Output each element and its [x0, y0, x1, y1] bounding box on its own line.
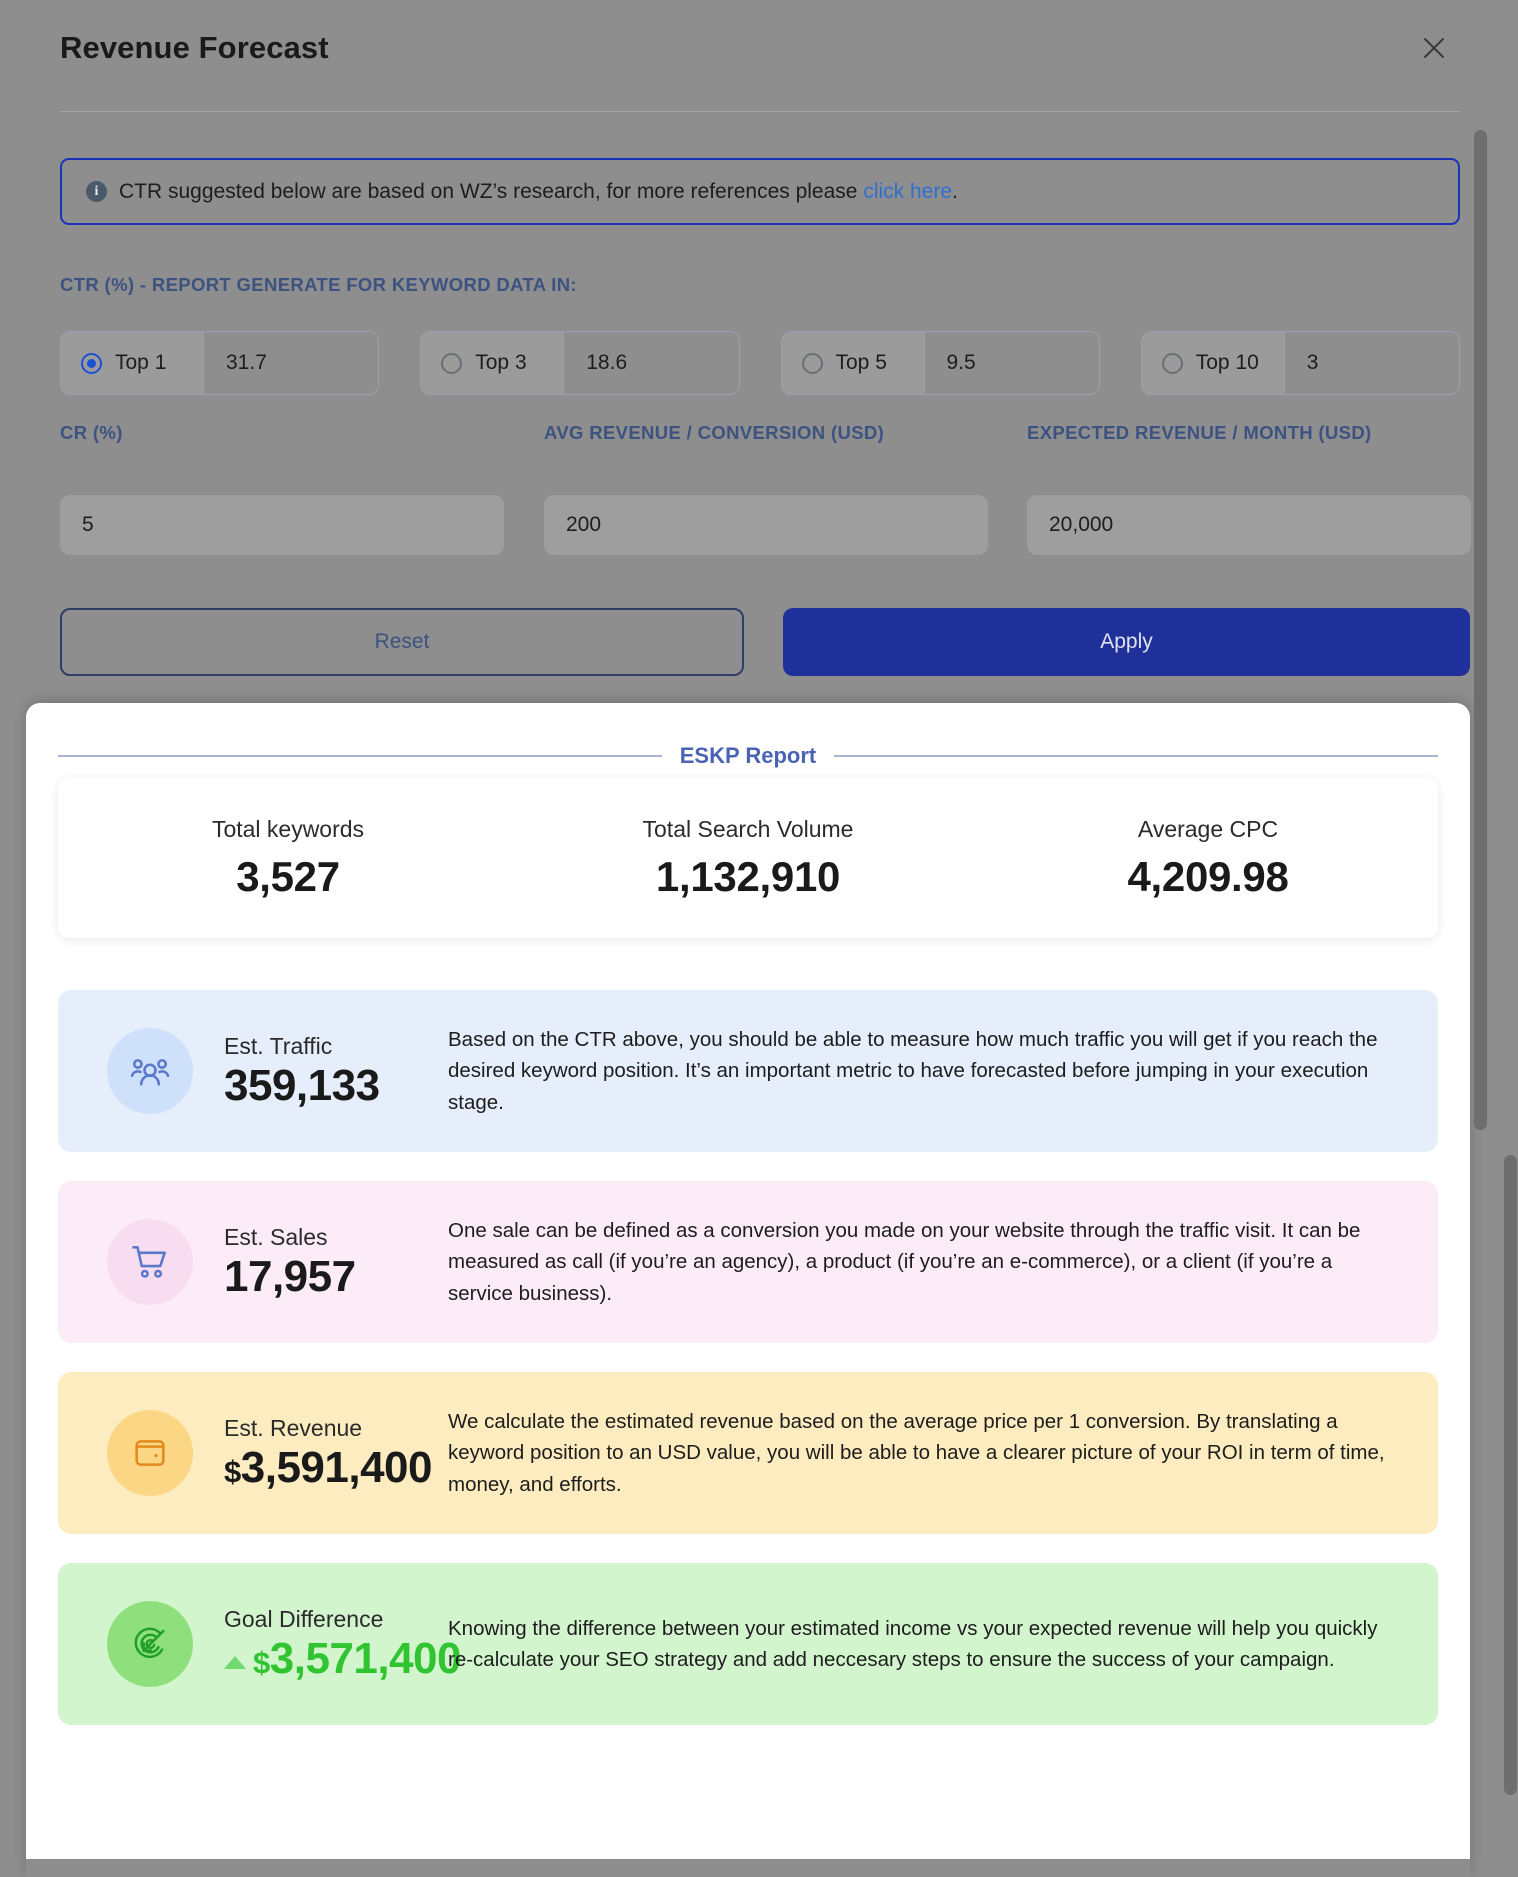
report-heading-rule-right [834, 755, 1439, 757]
cr-input[interactable] [60, 495, 504, 555]
panel-bottom-strip [26, 1859, 1470, 1877]
metric-value: 17,957 [224, 1251, 356, 1301]
metric-card-est-sales: Est. Sales 17,957 One sale can be define… [58, 1181, 1438, 1343]
ctr-option-top-3[interactable]: Top 3 18.6 [420, 331, 740, 395]
metric-textblock: Est. Traffic 359,133 [224, 1033, 448, 1109]
metric-value-number: 3,591,400 [240, 1442, 433, 1492]
click-here-link[interactable]: click here [863, 180, 952, 203]
ctr-option-top-5[interactable]: Top 5 9.5 [780, 331, 1100, 395]
users-group-icon [107, 1028, 193, 1114]
page-scrollbar-thumb[interactable] [1504, 1155, 1517, 1795]
goal-value-text: $3,571,400 [253, 1633, 462, 1683]
cr-field-label: CR (%) [60, 422, 123, 443]
ctr-radio-top-10[interactable]: Top 10 [1141, 332, 1285, 394]
ctr-option-label: Top 1 [115, 351, 167, 374]
reset-button[interactable]: Reset [60, 608, 744, 676]
ctr-value-input-top-5[interactable]: 9.5 [925, 332, 1099, 394]
ctr-radio-top-1[interactable]: Top 1 [61, 332, 204, 394]
info-banner: i CTR suggested below are based on WZ’s … [60, 158, 1460, 225]
dialog-header: Revenue Forecast [0, 0, 1518, 112]
metric-value-number: 3,571,400 [269, 1633, 462, 1683]
ctr-value-input-top-3[interactable]: 18.6 [564, 332, 738, 394]
metric-description: Based on the CTR above, you should be ab… [448, 1028, 1378, 1114]
report-heading: ESKP Report [58, 743, 1439, 769]
metric-card-goal-difference: Goal Difference $3,571,400 Knowing the d… [58, 1563, 1438, 1725]
dialog-scrollbar-thumb[interactable] [1474, 130, 1487, 1130]
info-banner-text: CTR suggested below are based on WZ’s re… [119, 180, 958, 204]
ctr-options-group: Top 1 31.7 Top 3 18.6 Top 5 9.5 Top 10 3 [60, 331, 1460, 395]
ctr-option-top-10[interactable]: Top 10 3 [1140, 331, 1460, 395]
radio-icon [1161, 352, 1183, 374]
avg-revenue-input[interactable] [544, 495, 988, 555]
metric-description: Knowing the difference between your esti… [448, 1616, 1378, 1671]
shopping-cart-icon [107, 1219, 193, 1305]
target-click-icon [107, 1601, 193, 1687]
close-icon [1421, 35, 1447, 61]
page-title: Revenue Forecast [60, 30, 329, 65]
summary-stat-label: Total keywords [211, 815, 365, 842]
expected-revenue-input[interactable] [1027, 495, 1471, 555]
header-divider [60, 111, 1460, 112]
summary-stat-value: 4,209.98 [1127, 852, 1289, 900]
radio-icon [801, 352, 823, 374]
metric-value: 359,133 [224, 1060, 380, 1110]
trend-up-arrow-icon [224, 1655, 246, 1669]
metric-description: One sale can be defined as a conversion … [448, 1219, 1361, 1305]
metric-title: Est. Sales [224, 1223, 328, 1250]
metric-textblock: Est. Sales 17,957 [224, 1224, 448, 1300]
report-heading-text: ESKP Report [679, 743, 817, 768]
metric-value: $3,571,400 [224, 1635, 462, 1682]
metric-title: Est. Traffic [224, 1032, 333, 1059]
summary-stat-label: Total Search Volume [642, 815, 854, 842]
info-icon: i [86, 181, 107, 202]
wallet-icon [107, 1410, 193, 1496]
ctr-option-label: Top 3 [475, 351, 527, 374]
info-banner-text-before: CTR suggested below are based on WZ’s re… [119, 179, 864, 203]
ctr-option-top-1[interactable]: Top 1 31.7 [60, 331, 380, 395]
radio-icon [441, 352, 463, 374]
apply-button[interactable]: Apply [783, 608, 1470, 676]
summary-stat-total-search-volume: Total Search Volume 1,132,910 [518, 778, 978, 938]
currency-symbol: $ [224, 1453, 241, 1489]
summary-stat-average-cpc: Average CPC 4,209.98 [978, 778, 1438, 938]
report-heading-rule-left [58, 755, 662, 757]
currency-symbol: $ [253, 1644, 270, 1680]
eskp-report-panel: ESKP Report Total keywords 3,527 Total S… [26, 703, 1470, 1877]
summary-stat-value: 3,527 [236, 852, 340, 900]
revenue-forecast-dialog: Revenue Forecast i CTR suggested below a… [0, 0, 1518, 1877]
avg-revenue-field-label: AVG REVENUE / CONVERSION (USD) [544, 422, 885, 443]
ctr-radio-top-3[interactable]: Top 3 [421, 332, 565, 394]
metric-title: Goal Difference [224, 1605, 384, 1632]
ctr-value-input-top-1[interactable]: 31.7 [204, 332, 378, 394]
ctr-value-input-top-10[interactable]: 3 [1285, 332, 1459, 394]
expected-revenue-field-label: EXPECTED REVENUE / MONTH (USD) [1027, 422, 1372, 443]
metric-card-est-revenue: Est. Revenue $3,591,400 We calculate the… [58, 1372, 1438, 1534]
close-button[interactable] [1414, 28, 1454, 68]
summary-stats-card: Total keywords 3,527 Total Search Volume… [58, 778, 1438, 938]
info-banner-text-after: . [952, 179, 958, 203]
summary-stat-label: Average CPC [1137, 815, 1279, 842]
ctr-radio-top-5[interactable]: Top 5 [781, 332, 925, 394]
metric-textblock: Est. Revenue $3,591,400 [224, 1415, 448, 1491]
metric-description: We calculate the estimated revenue based… [448, 1410, 1385, 1496]
ctr-option-label: Top 10 [1195, 351, 1259, 374]
summary-stat-total-keywords: Total keywords 3,527 [58, 778, 518, 938]
metric-textblock: Goal Difference $3,571,400 [224, 1605, 462, 1682]
metric-title: Est. Revenue [224, 1414, 363, 1441]
metric-value: $3,591,400 [224, 1442, 448, 1492]
ctr-section-label: CTR (%) - REPORT GENERATE FOR KEYWORD DA… [60, 274, 577, 295]
ctr-option-label: Top 5 [835, 351, 887, 374]
metric-card-est-traffic: Est. Traffic 359,133 Based on the CTR ab… [58, 990, 1438, 1152]
summary-stat-value: 1,132,910 [655, 852, 841, 900]
radio-icon [81, 352, 102, 374]
